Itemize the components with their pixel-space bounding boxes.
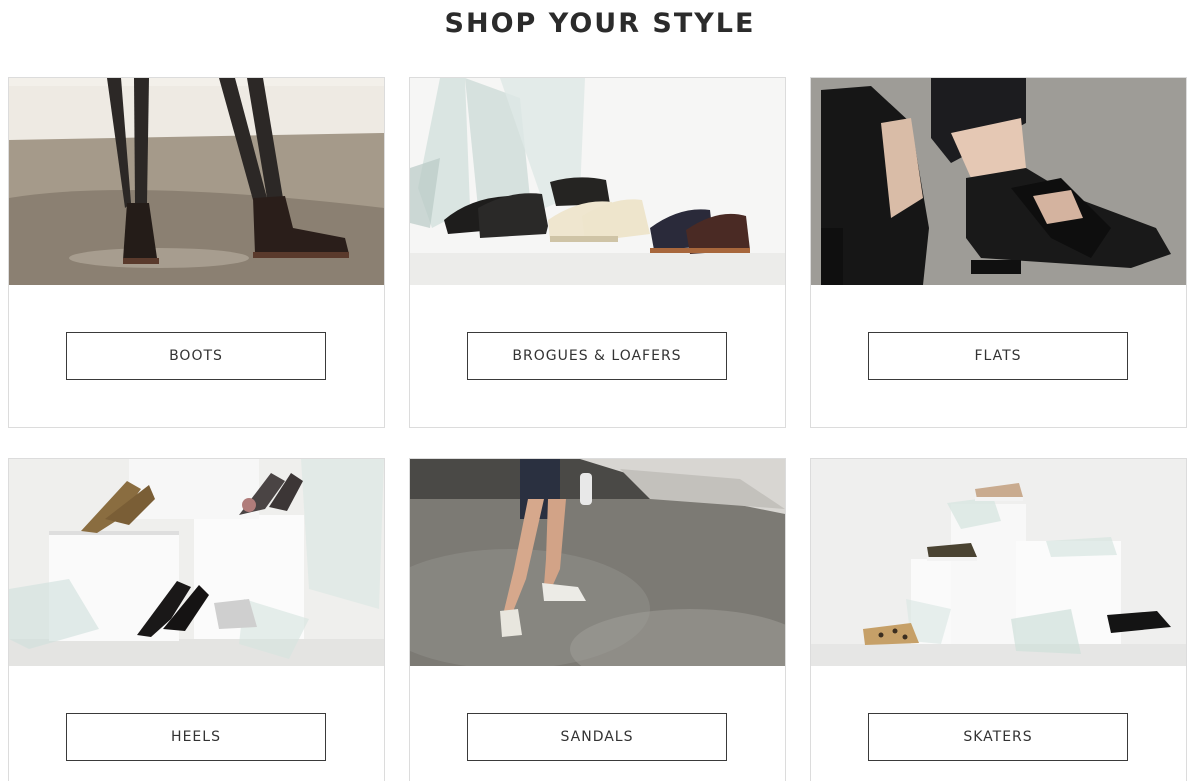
category-card-flats[interactable]: FLATS bbox=[810, 77, 1187, 428]
category-card-heels[interactable]: HEELS bbox=[8, 458, 385, 781]
category-image-heels[interactable] bbox=[9, 459, 384, 666]
category-button-heels[interactable]: HEELS bbox=[66, 713, 326, 761]
heels-photo bbox=[9, 459, 384, 666]
category-button-boots[interactable]: BOOTS bbox=[66, 332, 326, 380]
skaters-photo bbox=[811, 459, 1186, 666]
category-button-skaters[interactable]: SKATERS bbox=[868, 713, 1128, 761]
boots-photo bbox=[9, 78, 384, 285]
category-button-sandals[interactable]: SANDALS bbox=[467, 713, 727, 761]
category-image-brogues-loafers[interactable] bbox=[410, 78, 785, 285]
category-card-boots[interactable]: BOOTS bbox=[8, 77, 385, 428]
category-card-skaters[interactable]: SKATERS bbox=[810, 458, 1187, 781]
category-button-flats[interactable]: FLATS bbox=[868, 332, 1128, 380]
category-image-skaters[interactable] bbox=[811, 459, 1186, 666]
category-image-flats[interactable] bbox=[811, 78, 1186, 285]
category-image-boots[interactable] bbox=[9, 78, 384, 285]
category-card-sandals[interactable]: SANDALS bbox=[409, 458, 786, 781]
flats-photo bbox=[811, 78, 1186, 285]
category-button-brogues-loafers[interactable]: BROGUES & LOAFERS bbox=[467, 332, 727, 380]
sandals-photo bbox=[410, 459, 785, 666]
category-card-brogues-loafers[interactable]: BROGUES & LOAFERS bbox=[409, 77, 786, 428]
page-title: SHOP YOUR STYLE bbox=[444, 8, 756, 39]
brogues-loafers-photo bbox=[410, 78, 785, 285]
category-image-sandals[interactable] bbox=[410, 459, 785, 666]
